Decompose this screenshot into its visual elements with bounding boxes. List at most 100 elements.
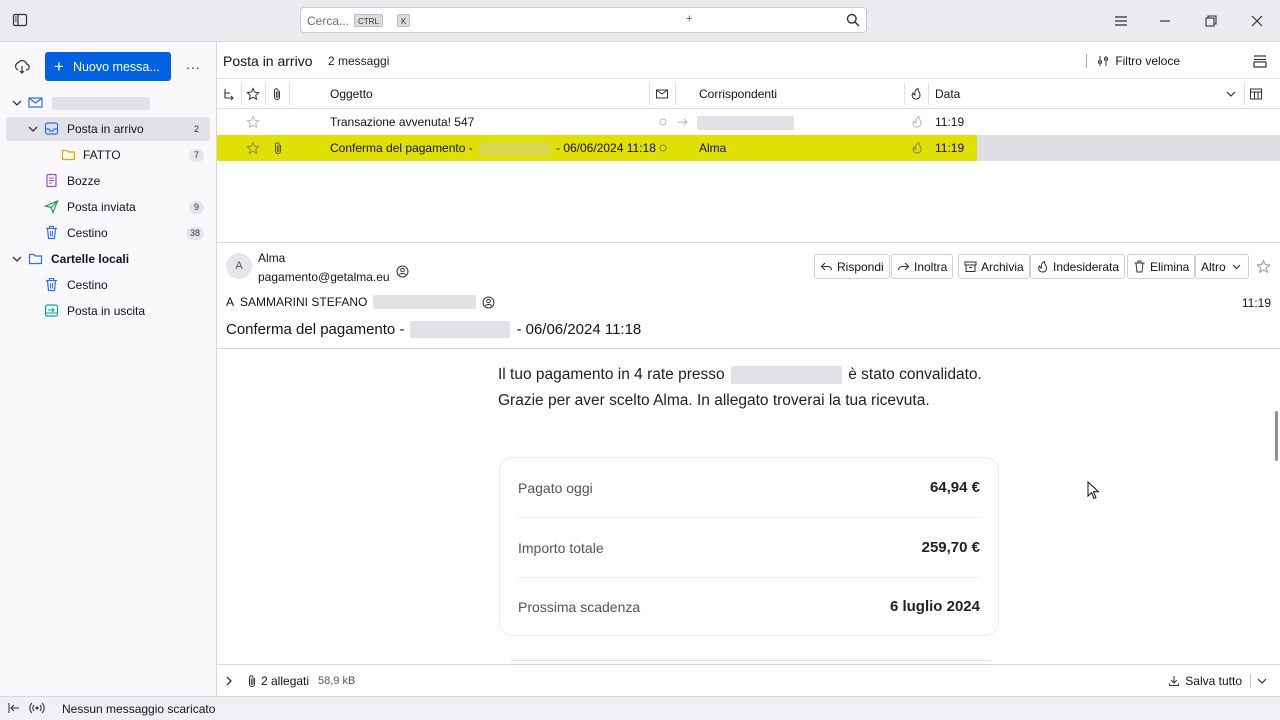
column-date[interactable]: Data <box>935 87 960 101</box>
archive-button[interactable]: Archivia <box>958 254 1030 279</box>
forward-icon <box>897 262 910 271</box>
minimize-icon[interactable] <box>1156 12 1174 30</box>
mail-account-icon <box>28 97 43 108</box>
message-subject: Transazione avvenuta! 547 <box>330 115 475 129</box>
quick-filter-label: Filtro veloce <box>1115 54 1180 68</box>
get-messages-icon[interactable] <box>14 59 30 75</box>
plus-icon: + <box>54 57 64 76</box>
search-icon[interactable] <box>846 13 860 27</box>
subject-redacted <box>410 321 511 338</box>
folder-fatto[interactable]: FATTO 7 <box>6 143 210 167</box>
restore-icon[interactable] <box>1202 12 1220 30</box>
star-icon[interactable] <box>246 115 260 129</box>
folder-drafts[interactable]: Bozze <box>6 169 210 193</box>
quick-filter-button[interactable]: Filtro veloce <box>1086 54 1180 68</box>
spam-column-icon[interactable] <box>655 87 669 101</box>
message-row[interactable]: Transazione avvenuta! 547 11:19 <box>217 109 1280 135</box>
forward-label: Inoltra <box>914 259 948 274</box>
star-column-icon[interactable] <box>246 87 260 101</box>
recipient-email-redacted <box>373 295 477 309</box>
mouse-cursor-icon <box>1087 481 1100 500</box>
read-dot-icon[interactable] <box>659 144 667 152</box>
thread-column-icon[interactable] <box>222 87 236 101</box>
summary-row: Importo totale 259,70 € <box>518 518 980 577</box>
subject-start: Conferma del pagamento - <box>226 321 405 338</box>
status-text: Nessun messaggio scaricato <box>62 702 216 716</box>
chevron-right-icon[interactable] <box>224 675 234 687</box>
more-button[interactable]: Altro <box>1195 254 1249 279</box>
column-separator <box>904 83 905 105</box>
chevron-down-icon[interactable] <box>12 98 22 108</box>
to-prefix: A <box>226 295 235 309</box>
folder-sent[interactable]: Posta inviata 9 <box>6 195 210 219</box>
unread-count: 38 <box>185 227 204 240</box>
junk-icon[interactable] <box>910 115 924 129</box>
sidebar-toggle-icon[interactable] <box>12 12 28 28</box>
search-input[interactable]: Cerca... CTRL + K <box>300 7 867 33</box>
close-icon[interactable] <box>1248 12 1266 30</box>
online-status-icon[interactable] <box>29 701 45 715</box>
junk-icon[interactable] <box>910 141 924 155</box>
attachments-count[interactable]: 2 allegati <box>261 674 309 688</box>
folder-trash[interactable]: Cestino 38 <box>6 221 210 245</box>
chevron-down-icon[interactable] <box>1256 675 1268 687</box>
title-bar: Cerca... CTRL + K <box>0 0 1280 42</box>
folder-outbox[interactable]: Posta in uscita <box>6 299 210 323</box>
local-folders-row[interactable]: Cartelle locali <box>6 247 210 271</box>
save-all-button[interactable]: Salva tutto <box>1168 674 1268 688</box>
sender-email[interactable]: pagamento@getalma.eu <box>258 270 390 284</box>
message-row-selected[interactable]: Conferma del pagamento - - 06/06/2024 11… <box>217 135 1280 161</box>
message-subject: Conferma del pagamento - <box>330 141 473 155</box>
archive-label: Archivia <box>981 259 1024 274</box>
reply-button[interactable]: Rispondi <box>814 254 890 279</box>
chevron-down-icon[interactable] <box>28 124 38 134</box>
column-subject[interactable]: Oggetto <box>330 87 373 101</box>
attachment-icon <box>249 675 255 687</box>
message-subject-tail: - 06/06/2024 11:18 <box>556 141 656 155</box>
star-icon[interactable] <box>1256 259 1271 274</box>
summary-row: Prossima scadenza 6 luglio 2024 <box>518 577 980 636</box>
attachment-column-icon[interactable] <box>270 87 284 101</box>
new-message-button[interactable]: + Nuovo messa... <box>45 52 171 81</box>
message-date: 11:19 <box>935 141 965 155</box>
sender-name[interactable]: Alma <box>258 251 285 265</box>
drafts-icon <box>46 173 57 188</box>
column-separator <box>649 83 650 105</box>
column-separator <box>675 83 676 105</box>
toolbar-separator <box>1086 54 1088 68</box>
sender-avatar: A <box>226 253 252 279</box>
summary-label: Pagato oggi <box>518 479 593 496</box>
app-menu-icon[interactable] <box>1112 12 1130 30</box>
summary-value: 6 luglio 2024 <box>889 598 980 615</box>
folder-label: Cestino <box>67 278 108 292</box>
toggle-pane-icon[interactable] <box>8 702 20 714</box>
star-icon[interactable] <box>246 141 260 155</box>
correspondent-redacted <box>697 115 794 130</box>
junk-button[interactable]: Indesiderata <box>1030 254 1126 279</box>
folder-inbox[interactable]: Posta in arrivo 2 <box>6 117 210 141</box>
add-contact-icon[interactable] <box>482 296 495 309</box>
new-message-label: Nuovo messa... <box>72 59 160 74</box>
junk-label: Indesiderata <box>1053 259 1120 274</box>
chevron-down-icon[interactable] <box>1224 87 1238 101</box>
folder-local-trash[interactable]: Cestino <box>6 273 210 297</box>
message-time: 11:19 <box>1241 296 1271 310</box>
delete-button[interactable]: Elimina <box>1127 254 1196 279</box>
recipient-name[interactable]: SAMMARINI STEFANO <box>240 295 367 309</box>
folder-pane-menu-button[interactable]: ... <box>186 56 201 72</box>
add-contact-icon[interactable] <box>396 265 409 278</box>
junk-status-column-icon[interactable] <box>909 87 923 101</box>
forward-button[interactable]: Inoltra <box>891 254 954 279</box>
reply-label: Rispondi <box>837 259 884 274</box>
message-count: 2 messaggi <box>328 54 390 68</box>
display-options-icon[interactable] <box>1252 53 1268 69</box>
chevron-down-icon[interactable] <box>12 254 22 264</box>
thread-pane-header: Posta in arrivo 2 messaggi Filtro veloce <box>217 42 1280 79</box>
column-correspondents[interactable]: Corrispondenti <box>699 87 777 101</box>
outbox-icon <box>44 304 59 317</box>
scrollbar-thumb[interactable] <box>1275 411 1278 461</box>
unread-dot-icon[interactable] <box>659 118 667 126</box>
summary-value: 64,94 € <box>929 479 980 496</box>
account-row[interactable] <box>6 91 210 115</box>
column-picker-icon[interactable] <box>1249 87 1263 101</box>
